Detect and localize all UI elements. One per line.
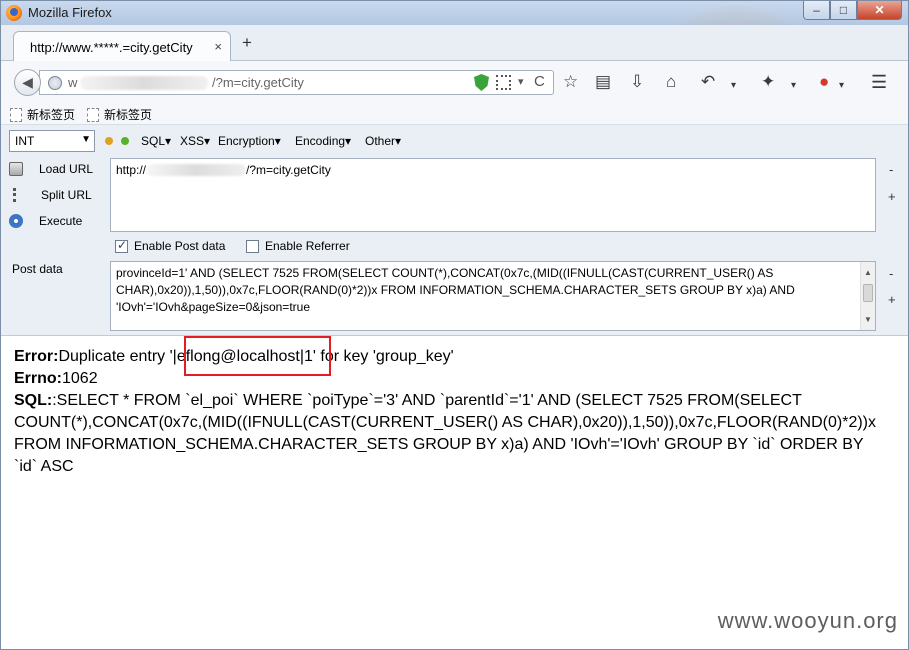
qr-code-icon[interactable] <box>496 75 511 90</box>
hackbar-panel: INT ▼ SQL▾ XSS▾ Encryption▾ Encoding▾ Ot… <box>1 125 908 335</box>
injection-type-select[interactable]: INT ▼ <box>9 130 95 152</box>
checkbox-checked-icon <box>115 238 128 253</box>
undo-dropdown-icon[interactable]: ▾ <box>731 76 736 96</box>
maximize-button[interactable]: □ <box>830 1 857 20</box>
blank-page-icon <box>87 107 99 122</box>
tab-title: http://www.*****.=city.getCity <box>30 40 193 55</box>
window-title: Mozilla Firefox <box>28 5 112 20</box>
url-dropdown-icon[interactable]: ▾ <box>518 75 524 88</box>
scroll-up-icon[interactable]: ▲ <box>864 264 872 281</box>
execute-icon <box>9 214 23 228</box>
highlight-box <box>184 336 331 376</box>
url-path: /?m=city.getCity <box>212 75 304 90</box>
split-url-icon <box>13 188 21 202</box>
bookmark-star-icon[interactable]: ☆ <box>563 72 578 92</box>
title-bar: Mozilla Firefox – □ ✕ <box>1 1 908 25</box>
reading-list-icon[interactable]: ▤ <box>595 72 611 92</box>
bookmarks-bar: 新标签页 新标签页 <box>1 103 908 125</box>
tab-active[interactable]: http://www.*****.=city.getCity × <box>13 31 231 61</box>
menu-encoding[interactable]: Encoding▾ <box>295 134 351 148</box>
page-content: Error:Duplicate entry '|eflong@localhost… <box>1 335 908 649</box>
checkbox-unchecked-icon <box>246 239 259 253</box>
watermark: www.wooyun.org <box>717 608 898 633</box>
redacted-host <box>80 76 208 90</box>
decrease-icon[interactable] <box>105 137 113 145</box>
back-button[interactable]: ◀ <box>14 69 41 96</box>
sql-line-3: FROM INFORMATION_SCHEMA.CHARACTER_SETS G… <box>14 436 864 453</box>
menu-other[interactable]: Other▾ <box>365 134 401 148</box>
addon-icon[interactable]: ✦ <box>761 72 775 92</box>
menu-encryption[interactable]: Encryption▾ <box>218 134 281 148</box>
reload-icon[interactable]: C <box>534 73 545 90</box>
scroll-down-icon[interactable]: ▼ <box>864 311 872 328</box>
redacted-host <box>146 164 247 176</box>
scroll-thumb[interactable] <box>863 284 873 302</box>
post-data-scrollbar[interactable]: ▲ ▼ <box>860 262 875 330</box>
select-arrow-icon: ▼ <box>81 134 91 145</box>
home-icon[interactable]: ⌂ <box>666 72 676 92</box>
sql-line-2: COUNT(*),CONCAT(0x7c,(MID((IFNULL(CAST(C… <box>14 414 876 431</box>
close-window-button[interactable]: ✕ <box>857 1 902 20</box>
expand-post-button[interactable]: + <box>888 292 896 307</box>
execute-button[interactable]: Execute <box>9 214 82 228</box>
enable-referrer-checkbox[interactable]: Enable Referrer <box>246 239 350 253</box>
browser-window: Mozilla Firefox – □ ✕ http://www.*****.=… <box>0 0 909 650</box>
firefox-logo-icon <box>6 5 22 21</box>
bookmark-item[interactable]: 新标签页 <box>87 106 152 123</box>
enable-post-checkbox[interactable]: Enable Post data <box>115 238 225 253</box>
blank-page-icon <box>10 107 22 122</box>
post-data-label: Post data <box>12 262 63 276</box>
increase-icon[interactable] <box>121 137 129 145</box>
split-url-button[interactable]: Split URL <box>9 188 92 202</box>
load-url-button[interactable]: Load URL <box>9 162 93 176</box>
tab-strip: http://www.*****.=city.getCity × + <box>1 25 908 61</box>
post-data-textarea[interactable]: provinceId=1' AND (SELECT 7525 FROM(SELE… <box>110 261 876 331</box>
url-prefix: w <box>68 75 78 90</box>
bookmark-item[interactable]: 新标签页 <box>10 106 75 123</box>
shrink-url-button[interactable]: - <box>889 162 893 177</box>
shrink-post-button[interactable]: - <box>889 266 893 281</box>
tab-close-icon[interactable]: × <box>214 39 222 54</box>
new-tab-button[interactable]: + <box>242 34 252 51</box>
record-dropdown-icon[interactable]: ▾ <box>839 76 844 96</box>
shield-icon[interactable] <box>474 74 489 91</box>
url-textarea[interactable]: http:///?m=city.getCity <box>110 158 876 232</box>
download-icon[interactable]: ⇩ <box>630 72 644 92</box>
navigation-bar: w /?m=city.getCity ▾ C ◀ ☆ ▤ ⇩ ⌂ ↶ ▾ ✦ ▾… <box>1 61 908 103</box>
globe-icon <box>48 76 62 90</box>
menu-icon[interactable]: ☰ <box>871 72 887 92</box>
back-arrow-icon: ◀ <box>22 74 33 90</box>
minimize-button[interactable]: – <box>803 1 830 20</box>
addon-dropdown-icon[interactable]: ▾ <box>791 76 796 96</box>
url-bar[interactable]: w /?m=city.getCity ▾ C <box>39 70 554 95</box>
record-icon[interactable]: ● <box>819 72 829 92</box>
menu-sql[interactable]: SQL▾ <box>141 134 171 148</box>
errno-line: Errno:1062 <box>14 370 98 387</box>
sql-line-1: SQL::SELECT * FROM `el_poi` WHERE `poiTy… <box>14 392 802 409</box>
undo-icon[interactable]: ↶ <box>701 72 715 92</box>
menu-xss[interactable]: XSS▾ <box>180 134 210 148</box>
sql-line-4: `id` ASC <box>14 458 74 475</box>
expand-url-button[interactable]: + <box>888 189 896 204</box>
load-url-icon <box>9 162 23 176</box>
